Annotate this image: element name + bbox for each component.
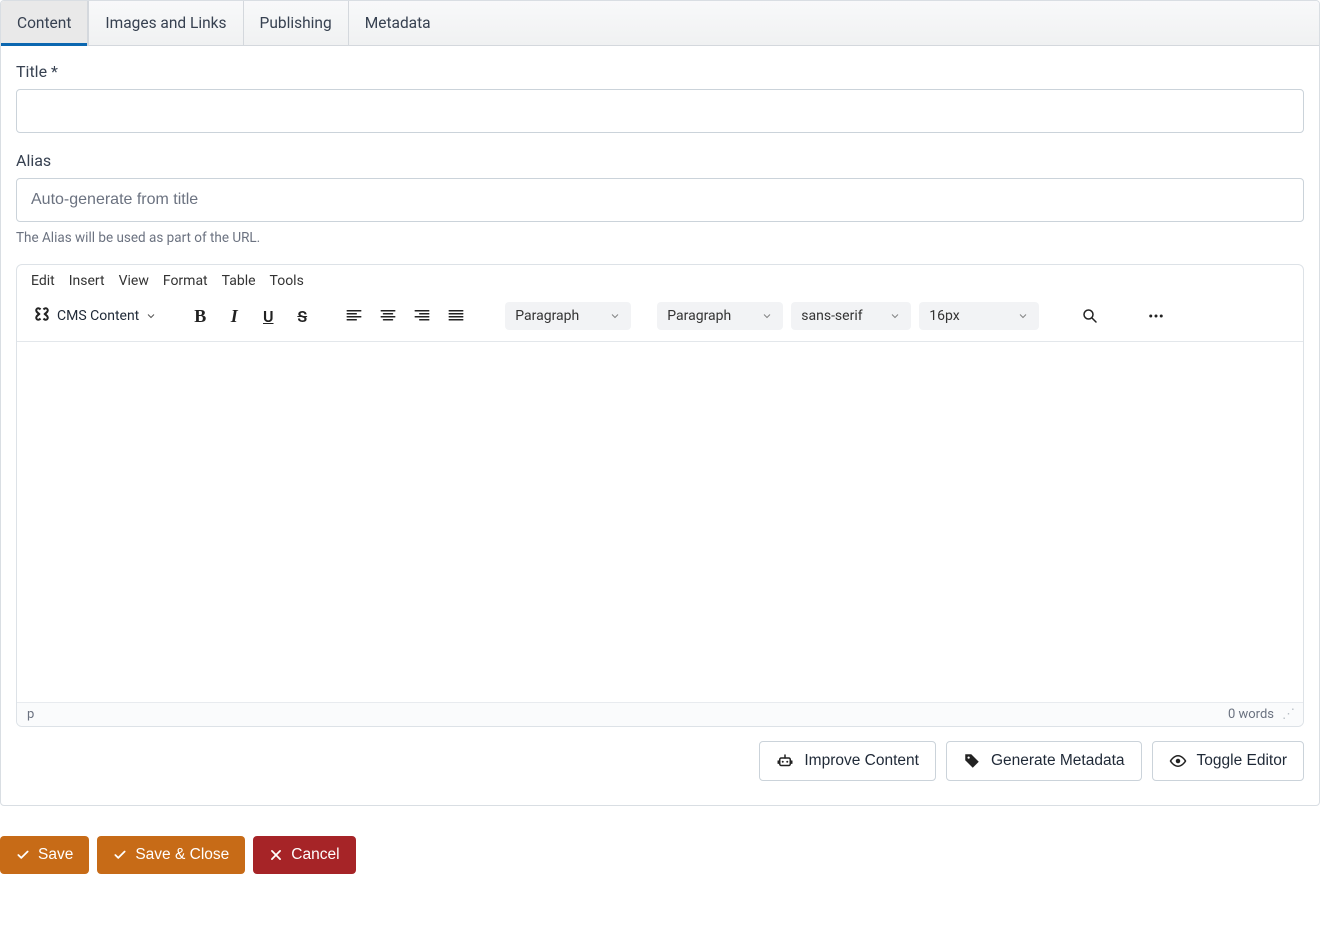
tab-images-links[interactable]: Images and Links: [88, 1, 242, 45]
chevron-down-icon: [761, 310, 773, 322]
word-count: 0 words: [1228, 707, 1274, 722]
search-icon: [1081, 307, 1099, 325]
improve-content-label: Improve Content: [804, 752, 919, 770]
cancel-button[interactable]: Cancel: [253, 836, 355, 874]
menu-tools[interactable]: Tools: [270, 273, 304, 289]
check-icon: [113, 848, 127, 862]
close-icon: [269, 848, 283, 862]
tab-content[interactable]: Content: [1, 1, 88, 45]
alias-field: Alias The Alias will be used as part of …: [16, 151, 1304, 246]
save-close-button[interactable]: Save & Close: [97, 836, 245, 874]
alias-label: Alias: [16, 151, 1304, 170]
strikethrough-button[interactable]: S: [287, 301, 317, 331]
menu-table[interactable]: Table: [222, 273, 256, 289]
title-field: Title *: [16, 62, 1304, 133]
chevron-down-icon: [889, 310, 901, 322]
rich-text-editor: Edit Insert View Format Table Tools CMS …: [16, 264, 1304, 727]
font-size-value: 16px: [929, 308, 959, 324]
generate-metadata-label: Generate Metadata: [991, 752, 1125, 770]
cms-content-label: CMS Content: [57, 308, 139, 324]
title-label: Title *: [16, 62, 1304, 81]
chevron-down-icon: [609, 310, 621, 322]
align-right-button[interactable]: [407, 301, 437, 331]
menu-insert[interactable]: Insert: [69, 273, 105, 289]
align-justify-button[interactable]: [441, 301, 471, 331]
content-tab-panel: Title * Alias The Alias will be used as …: [1, 46, 1319, 805]
form-actions: Save Save & Close Cancel: [0, 836, 1320, 884]
tab-publishing[interactable]: Publishing: [243, 1, 348, 45]
bold-button[interactable]: B: [185, 301, 215, 331]
save-button[interactable]: Save: [0, 836, 89, 874]
italic-button[interactable]: I: [219, 301, 249, 331]
menu-view[interactable]: View: [119, 273, 149, 289]
block-format-value: Paragraph: [515, 308, 579, 324]
save-close-label: Save & Close: [135, 846, 229, 864]
style-format-value: Paragraph: [667, 308, 731, 324]
tab-bar: Content Images and Links Publishing Meta…: [1, 1, 1319, 46]
editor-content-area[interactable]: [17, 342, 1303, 702]
style-format-select[interactable]: Paragraph: [657, 302, 783, 330]
tab-metadata[interactable]: Metadata: [348, 1, 447, 45]
font-size-select[interactable]: 16px: [919, 302, 1039, 330]
resize-grip-icon[interactable]: ⋰: [1282, 707, 1293, 722]
element-path[interactable]: p: [27, 707, 34, 722]
editor-status-bar: p 0 words ⋰: [17, 702, 1303, 726]
generate-metadata-button[interactable]: Generate Metadata: [946, 741, 1142, 781]
alias-help-text: The Alias will be used as part of the UR…: [16, 230, 1304, 246]
save-label: Save: [38, 846, 73, 864]
align-left-button[interactable]: [339, 301, 369, 331]
search-button[interactable]: [1075, 301, 1105, 331]
eye-icon: [1169, 752, 1187, 770]
toggle-editor-label: Toggle Editor: [1197, 752, 1287, 770]
ellipsis-icon: [1147, 307, 1165, 325]
editor-panel: Content Images and Links Publishing Meta…: [0, 0, 1320, 806]
chevron-down-icon: [145, 310, 157, 322]
editor-menubar: Edit Insert View Format Table Tools: [17, 265, 1303, 295]
underline-button[interactable]: U: [253, 301, 283, 331]
chevron-down-icon: [1017, 310, 1029, 322]
title-input[interactable]: [16, 89, 1304, 133]
editor-toolbar: CMS Content B I U S: [17, 295, 1303, 342]
tag-icon: [963, 752, 981, 770]
toggle-editor-button[interactable]: Toggle Editor: [1152, 741, 1304, 781]
block-format-select[interactable]: Paragraph: [505, 302, 631, 330]
robot-icon: [776, 752, 794, 770]
alias-input[interactable]: [16, 178, 1304, 222]
font-family-select[interactable]: sans-serif: [791, 302, 911, 330]
cms-content-dropdown[interactable]: CMS Content: [27, 301, 163, 331]
joomla-icon: [33, 305, 51, 327]
improve-content-button[interactable]: Improve Content: [759, 741, 936, 781]
align-center-button[interactable]: [373, 301, 403, 331]
more-button[interactable]: [1141, 301, 1171, 331]
font-family-value: sans-serif: [801, 308, 862, 324]
menu-edit[interactable]: Edit: [31, 273, 55, 289]
check-icon: [16, 848, 30, 862]
menu-format[interactable]: Format: [163, 273, 208, 289]
editor-extra-actions: Improve Content Generate Metadata Toggle…: [16, 741, 1304, 781]
cancel-label: Cancel: [291, 846, 339, 864]
